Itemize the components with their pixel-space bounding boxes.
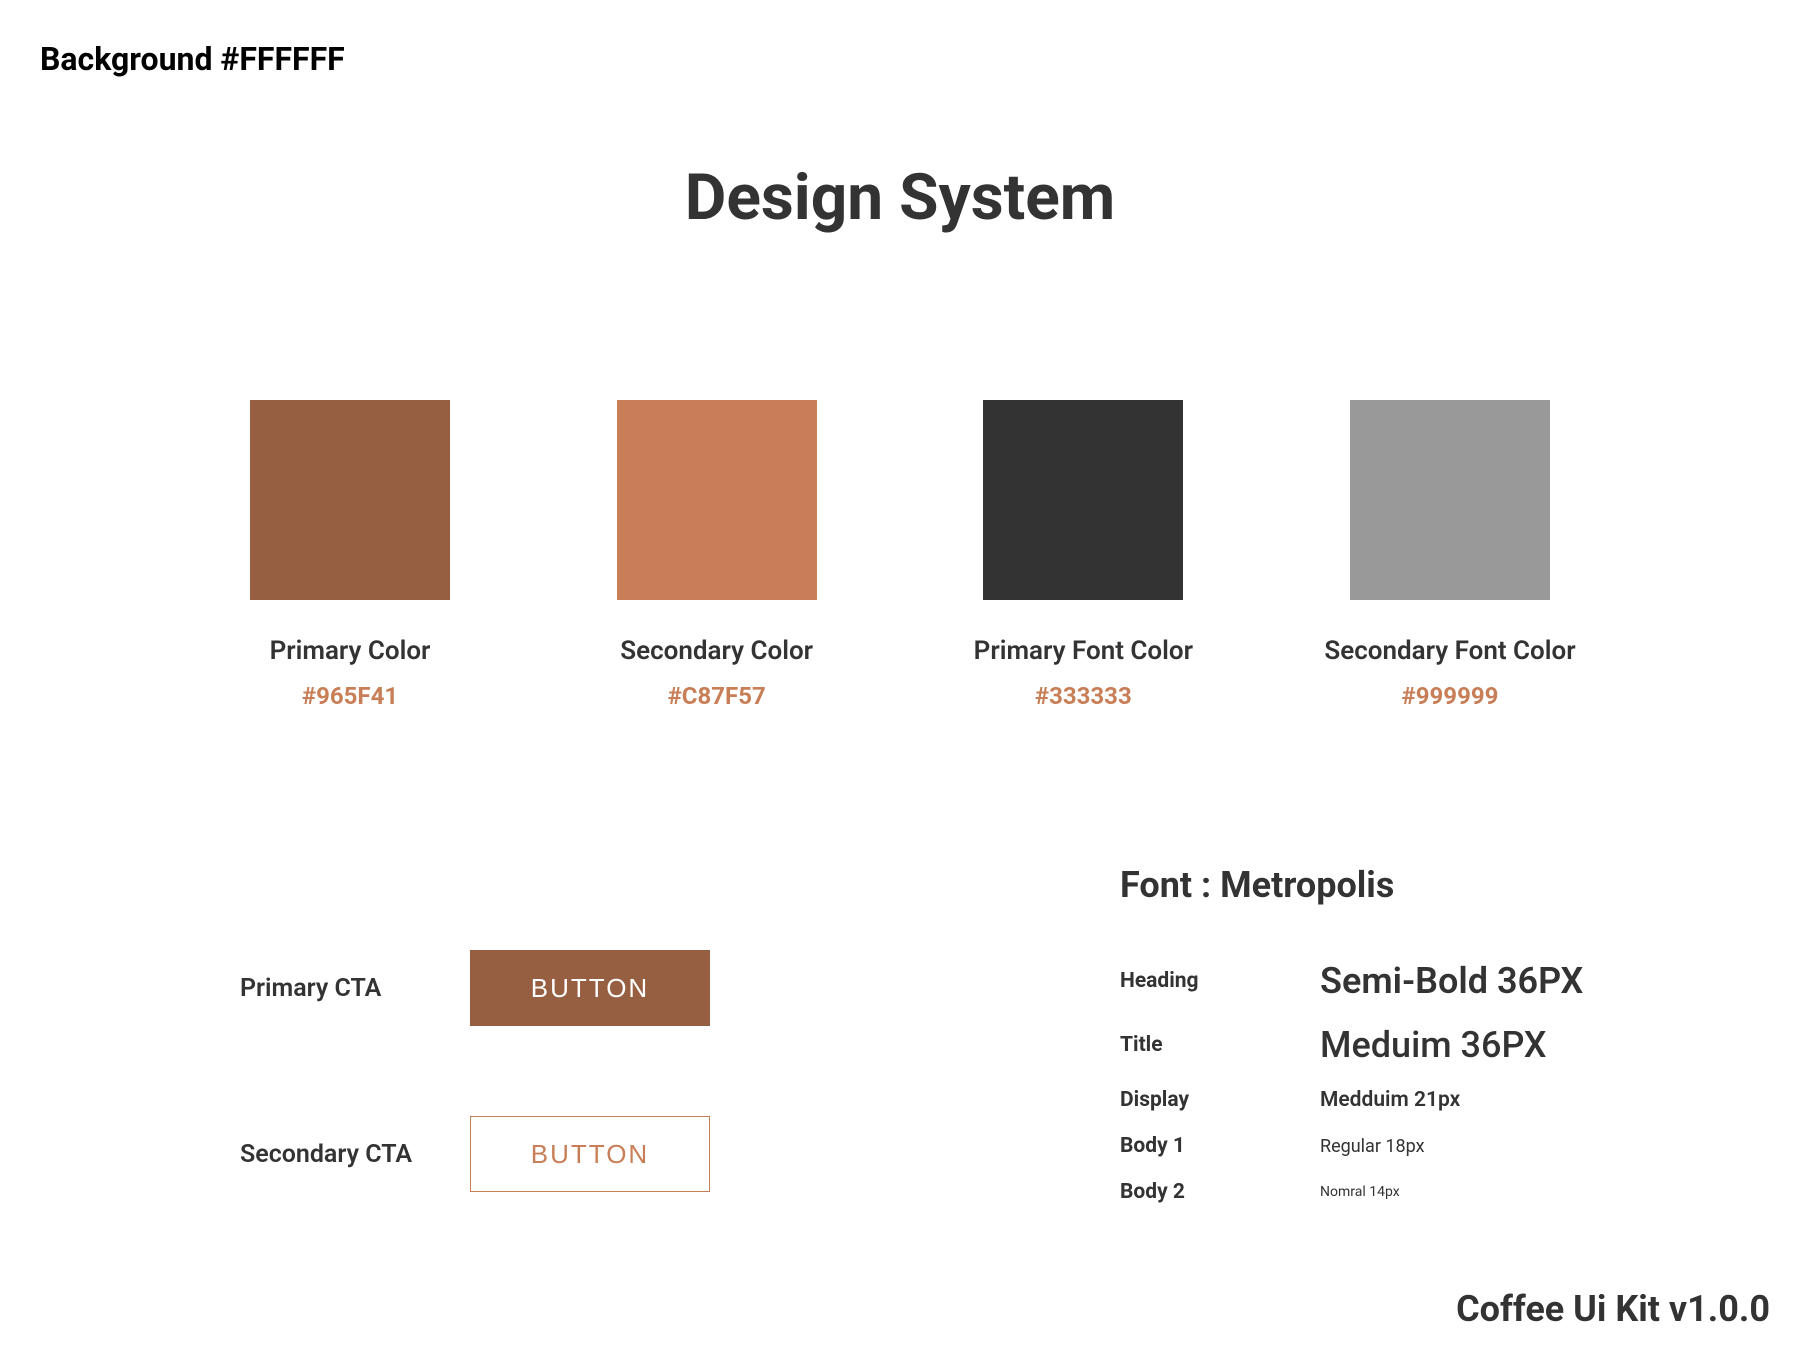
cta-row-primary: Primary CTA BUTTON xyxy=(240,950,710,1026)
typography-rows: Heading Semi-Bold 36PX Title Meduim 36PX… xyxy=(1120,960,1583,1226)
typo-key: Heading xyxy=(1120,969,1320,993)
typo-row-body1: Body 1 Regular 18px xyxy=(1120,1134,1583,1158)
typo-key: Title xyxy=(1120,1033,1320,1057)
swatch-hex: #965F41 xyxy=(302,682,398,710)
typo-value: Meduim 36PX xyxy=(1320,1024,1547,1066)
typo-value: Semi-Bold 36PX xyxy=(1320,960,1583,1002)
typo-key: Display xyxy=(1120,1088,1320,1112)
swatch-label: Primary Color xyxy=(270,636,431,666)
typo-row-body2: Body 2 Nomral 14px xyxy=(1120,1180,1583,1204)
swatch-label: Secondary Color xyxy=(620,636,813,666)
font-heading: Font : Metropolis xyxy=(1120,864,1583,906)
primary-cta-button[interactable]: BUTTON xyxy=(470,950,710,1026)
swatch-box-secondary-font xyxy=(1350,400,1550,600)
background-label: Background #FFFFFF xyxy=(40,40,345,78)
swatch-box-secondary xyxy=(617,400,817,600)
swatch-primary-color: Primary Color #965F41 xyxy=(200,400,500,710)
swatch-primary-font-color: Primary Font Color #333333 xyxy=(933,400,1233,710)
typo-key: Body 2 xyxy=(1120,1180,1320,1204)
secondary-cta-button[interactable]: BUTTON xyxy=(470,1116,710,1192)
cta-row-secondary: Secondary CTA BUTTON xyxy=(240,1116,710,1192)
typo-key: Body 1 xyxy=(1120,1134,1320,1158)
swatch-secondary-font-color: Secondary Font Color #999999 xyxy=(1300,400,1600,710)
typo-value: Regular 18px xyxy=(1320,1136,1425,1157)
swatch-secondary-color: Secondary Color #C87F57 xyxy=(567,400,867,710)
swatch-hex: #C87F57 xyxy=(668,682,766,710)
cta-label-secondary: Secondary CTA xyxy=(240,1140,470,1169)
typo-value: Nomral 14px xyxy=(1320,1184,1400,1200)
swatch-box-primary-font xyxy=(983,400,1183,600)
typo-value: Medduim 21px xyxy=(1320,1088,1460,1112)
swatch-label: Primary Font Color xyxy=(974,636,1193,666)
typo-row-display: Display Medduim 21px xyxy=(1120,1088,1583,1112)
cta-section: Primary CTA BUTTON Secondary CTA BUTTON xyxy=(240,950,710,1192)
swatch-hex: #999999 xyxy=(1402,682,1499,710)
swatch-hex: #333333 xyxy=(1035,682,1132,710)
cta-label-primary: Primary CTA xyxy=(240,974,470,1003)
page-title: Design System xyxy=(0,160,1800,235)
swatch-label: Secondary Font Color xyxy=(1324,636,1575,666)
swatch-row: Primary Color #965F41 Secondary Color #C… xyxy=(200,400,1600,710)
swatch-box-primary xyxy=(250,400,450,600)
typo-row-title: Title Meduim 36PX xyxy=(1120,1024,1583,1066)
typography-section: Font : Metropolis Heading Semi-Bold 36PX… xyxy=(1120,864,1583,1226)
footer-version: Coffee Ui Kit v1.0.0 xyxy=(1456,1288,1770,1330)
typo-row-heading: Heading Semi-Bold 36PX xyxy=(1120,960,1583,1002)
